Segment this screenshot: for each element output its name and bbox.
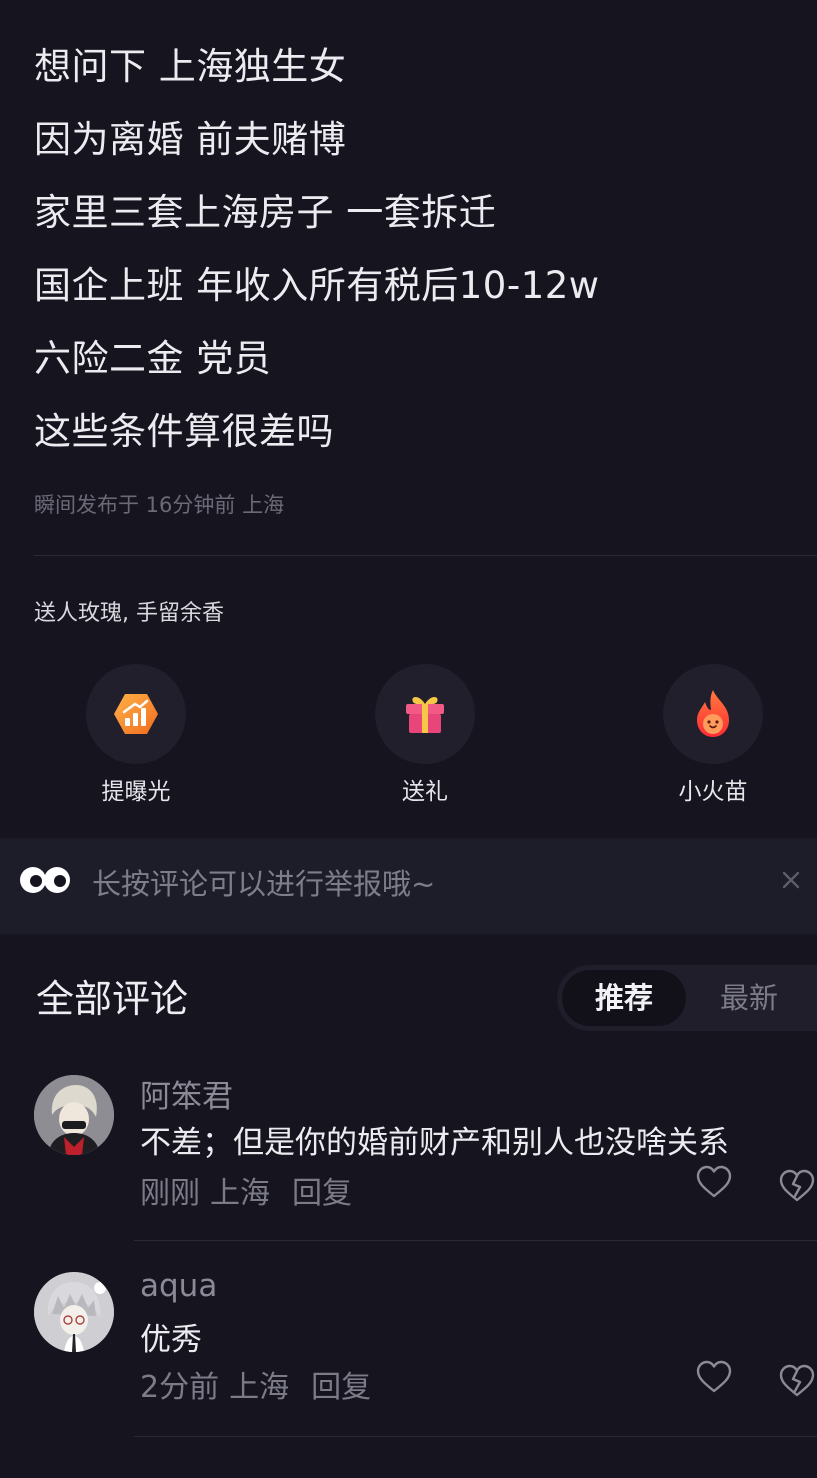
- comment-location: 上海: [229, 1370, 290, 1405]
- post-body: 想问下 上海独生女 因为离婚 前夫赌博 家里三套上海房子 一套拆迁 国企上班 年…: [34, 30, 794, 468]
- send-gift-circle: [375, 664, 475, 764]
- gift-label: 提曝光: [101, 779, 171, 805]
- broken-heart-icon[interactable]: [779, 1364, 815, 1398]
- gift-caption: 送人玫瑰, 手留余香: [34, 601, 224, 626]
- comment-time: 2分前: [140, 1370, 220, 1405]
- post-detail-page: 想问下 上海独生女 因为离婚 前夫赌博 家里三套上海房子 一套拆迁 国企上班 年…: [0, 0, 817, 1478]
- comment-text[interactable]: 不差；但是你的婚前财产和别人也没啥关系: [140, 1117, 729, 1162]
- post-line: 想问下 上海独生女: [34, 45, 347, 88]
- avatar[interactable]: [34, 1272, 114, 1352]
- divider: [134, 1436, 817, 1437]
- post-line: 国企上班 年收入所有税后10-12w: [34, 264, 600, 307]
- post-line: 因为离婚 前夫赌博: [34, 118, 347, 161]
- flame-circle: [663, 664, 763, 764]
- boost-exposure-icon: [114, 694, 158, 734]
- comment-meta: 刚刚 上海 回复: [140, 1168, 362, 1212]
- comment-location: 上海: [210, 1176, 270, 1211]
- boost-exposure-button[interactable]: 提曝光: [66, 664, 206, 806]
- avatar-image: [34, 1075, 114, 1155]
- avatar-image: [34, 1272, 114, 1352]
- send-gift-button[interactable]: 送礼: [355, 664, 495, 806]
- like-icon[interactable]: [696, 1165, 732, 1199]
- comment-author[interactable]: 阿笨君: [140, 1071, 233, 1116]
- close-notice-button[interactable]: [773, 862, 809, 898]
- divider: [34, 555, 817, 556]
- like-icon[interactable]: [696, 1360, 732, 1394]
- boost-exposure-circle: [86, 664, 186, 764]
- comment-time: 刚刚: [140, 1176, 200, 1211]
- gift-label: 小火苗: [678, 779, 748, 805]
- comments-title: 全部评论: [36, 977, 189, 1021]
- post-line: 这些条件算很差吗: [34, 410, 334, 453]
- reply-button[interactable]: 回复: [292, 1176, 352, 1211]
- gift-box-icon: [406, 697, 444, 733]
- comment-text[interactable]: 优秀: [140, 1314, 202, 1359]
- post-line: 六险二金 党员: [34, 337, 272, 380]
- avatar[interactable]: [34, 1075, 114, 1155]
- divider: [134, 1240, 817, 1241]
- broken-heart-icon[interactable]: [779, 1169, 815, 1203]
- post-line: 家里三套上海房子 一套拆迁: [34, 191, 497, 234]
- close-icon: [782, 871, 800, 889]
- sort-latest-tab[interactable]: 最新: [697, 970, 801, 1026]
- report-tip-bar: 长按评论可以进行举报哦~: [0, 838, 817, 934]
- comment-meta: 2分前 上海 回复: [140, 1362, 381, 1406]
- reply-button[interactable]: 回复: [311, 1370, 371, 1405]
- comment-sort-toggle: 推荐 最新: [557, 965, 817, 1031]
- flame-button[interactable]: 小火苗: [643, 664, 783, 806]
- report-tip-text: 长按评论可以进行举报哦~: [92, 867, 436, 901]
- flame-icon: [697, 690, 729, 737]
- gift-label: 送礼: [402, 779, 448, 805]
- sort-recommended-tab[interactable]: 推荐: [562, 970, 686, 1026]
- eyes-icon: [20, 867, 70, 893]
- comment-author[interactable]: aqua: [140, 1268, 217, 1304]
- post-publish-meta: 瞬间发布于 16分钟前 上海: [34, 493, 285, 517]
